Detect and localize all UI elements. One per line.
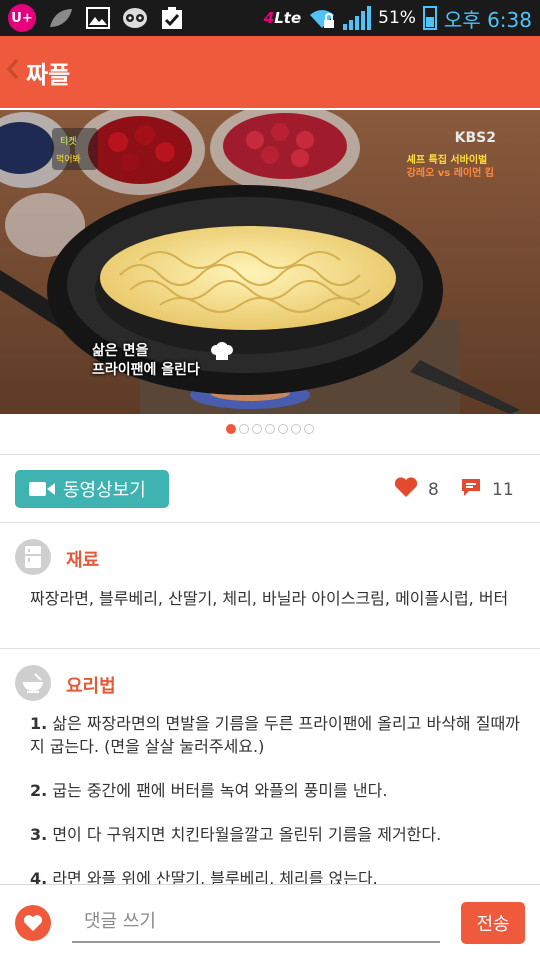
status-bar: U+ 4Lte 51% 오후 6:38: [0, 0, 540, 36]
recipe-step: 2. 굽는 중간에 팬에 버터를 녹여 와플의 풍미를 낸다.: [30, 779, 520, 802]
divider: [0, 522, 540, 523]
caption-line2: 프라이팬에 올린다: [92, 362, 200, 378]
like-button[interactable]: [15, 905, 51, 941]
pager-dot[interactable]: [252, 424, 262, 434]
step-text: 굽는 중간에 팬에 버터를 녹여 와플의 풍미를 낸다.: [52, 781, 388, 800]
image-pager: [0, 424, 540, 434]
step-number: 1.: [30, 714, 48, 733]
comment-input[interactable]: [72, 901, 440, 943]
step-text: 면이 다 구워지면 치킨타월을깔고 올린뒤 기름을 제거한다.: [52, 825, 442, 844]
step-number: 4.: [30, 869, 48, 884]
pager-dot[interactable]: [304, 424, 314, 434]
pager-dot[interactable]: [239, 424, 249, 434]
broadcaster-logo: KBS2: [454, 130, 496, 146]
likes-count: 8: [428, 479, 439, 500]
step-number: 2.: [30, 781, 48, 800]
ingredients-title: 재료: [66, 550, 100, 571]
pager-dot[interactable]: [265, 424, 275, 434]
ingredients-text: 짜장라면, 블루베리, 산딸기, 체리, 바닐라 아이스크림, 메이플시럽, 버…: [30, 589, 509, 608]
recipe-steps-viewport[interactable]: 1. 삶은 짜장라면의 면발을 기름을 두른 프라이팬에 올리고 바삭해 질때까…: [0, 700, 540, 884]
leaf-icon: [48, 7, 74, 29]
svg-text:먹어봐: 먹어봐: [56, 154, 81, 165]
show-tag: 셰프 특집 서바이벌 강레오 vs 레이먼 킴: [407, 154, 494, 180]
owl-icon: [122, 7, 148, 29]
video-camera-icon: [29, 480, 55, 498]
svg-text:티켓: 티켓: [60, 136, 77, 147]
checklist-icon: [160, 6, 184, 30]
step-number: 3.: [30, 825, 48, 844]
gallery-icon: [86, 7, 110, 29]
battery-percent: 51%: [378, 8, 416, 28]
pager-dot[interactable]: [226, 424, 236, 434]
heart-icon: [23, 915, 43, 932]
send-button[interactable]: 전송: [461, 902, 525, 944]
caption-line1: 삶은 면을: [92, 343, 149, 359]
battery-icon: [422, 6, 437, 30]
watch-video-label: 동영상보기: [63, 480, 146, 501]
chevron-left-icon[interactable]: [6, 57, 24, 87]
app-bar: 짜플: [0, 36, 540, 108]
show-tag-line1: 셰프 특집 서바이벌: [406, 155, 488, 166]
photo-caption: 삶은 면을 프라이팬에 올린다: [92, 342, 200, 380]
recipe-step: 4. 라면 와플 위에 산딸기, 블루베리, 체리를 얹는다.: [30, 867, 520, 884]
recipe-steps: 1. 삶은 짜장라면의 면발을 기름을 두른 프라이팬에 올리고 바삭해 질때까…: [30, 712, 520, 884]
page-title: 짜플: [26, 60, 71, 89]
step-text: 라면 와플 위에 산딸기, 블루베리, 체리를 얹는다.: [52, 869, 378, 884]
recipe-step: 3. 면이 다 구워지면 치킨타월을깔고 올린뒤 기름을 제거한다.: [30, 823, 520, 846]
lte-indicator: 4Lte: [263, 9, 302, 27]
wifi-icon: [308, 7, 336, 29]
clock: 오후 6:38: [443, 7, 532, 32]
uplus-icon: U+: [8, 4, 36, 32]
comment-bubble-icon: [460, 476, 482, 503]
recipe-step: 1. 삶은 짜장라면의 면발을 기름을 두른 프라이팬에 올리고 바삭해 질때까…: [30, 712, 520, 758]
comments-count: 11: [492, 479, 514, 500]
step-text: 삶은 짜장라면의 면발을 기름을 두른 프라이팬에 올리고 바삭해 질때까지 굽…: [30, 714, 520, 756]
watch-video-button[interactable]: 동영상보기: [15, 470, 169, 508]
comment-bar: 전송: [0, 884, 540, 960]
divider: [0, 648, 540, 649]
likes[interactable]: 8: [394, 476, 439, 503]
show-tag-line2: 강레오 vs 레이먼 킴: [406, 168, 494, 179]
divider: [0, 454, 540, 455]
pager-dot[interactable]: [278, 424, 288, 434]
signal-icon: [343, 6, 372, 30]
recipe-photo[interactable]: 티켓 먹어봐 KBS2 셰프 특집 서바이벌 강레오 vs 레이먼 킴 삶은 면…: [0, 110, 540, 414]
fridge-icon: [15, 539, 51, 575]
pager-dot[interactable]: [291, 424, 301, 434]
comments[interactable]: 11: [460, 476, 514, 503]
recipe-title: 요리법: [66, 676, 116, 697]
bowl-icon: [15, 665, 51, 701]
heart-icon: [394, 476, 418, 503]
